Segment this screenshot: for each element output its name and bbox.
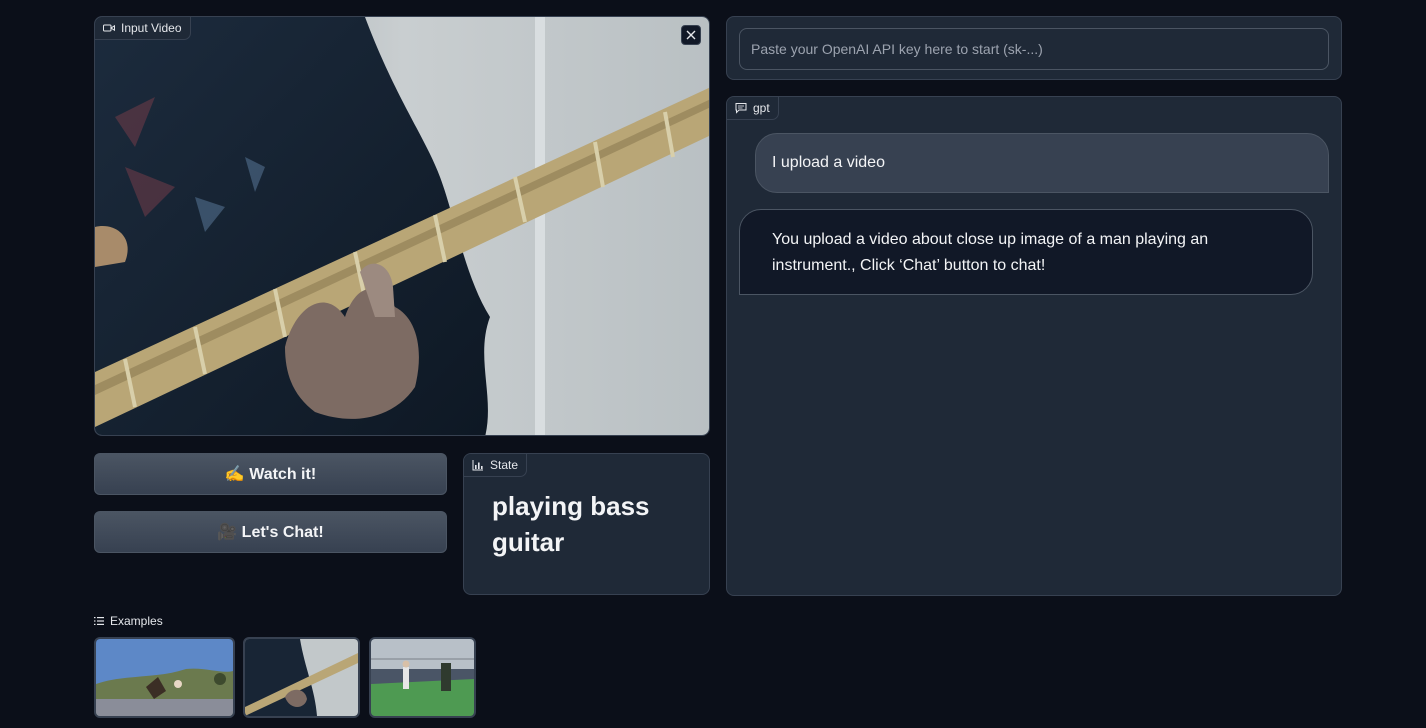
example-thumbnail-2[interactable] <box>243 637 360 718</box>
video-thumbnail-baseball-practice <box>371 639 474 716</box>
state-panel: State playing bass guitar <box>463 453 710 595</box>
example-thumbnail-1[interactable] <box>94 637 235 718</box>
clear-video-button[interactable] <box>681 25 701 45</box>
video-player[interactable] <box>95 17 709 435</box>
example-thumbnail-3[interactable] <box>369 637 476 718</box>
video-thumbnail-bass-guitar <box>245 639 358 716</box>
input-video-label: Input Video <box>95 17 191 40</box>
video-frame-image <box>95 17 709 435</box>
chatbot-panel: gpt I upload a video You upload a video … <box>726 96 1342 596</box>
watch-it-button[interactable]: ✍️ Watch it! <box>94 453 447 495</box>
user-message: I upload a video <box>755 133 1329 193</box>
chatbot-label-text: gpt <box>753 101 770 115</box>
close-icon <box>686 30 696 40</box>
input-video-label-text: Input Video <box>121 21 182 35</box>
state-label: State <box>464 454 528 477</box>
chatbot-label: gpt <box>727 97 779 120</box>
lets-chat-button[interactable]: 🎥 Let's Chat! <box>94 511 447 553</box>
examples-label-text: Examples <box>110 614 163 628</box>
api-key-input[interactable] <box>739 28 1329 70</box>
state-value: playing bass guitar <box>492 491 650 557</box>
bot-message: You upload a video about close up image … <box>739 209 1313 295</box>
input-video-panel: Input Video <box>94 16 710 436</box>
list-icon <box>94 617 104 625</box>
video-icon <box>103 24 115 32</box>
video-thumbnail-outdoor-dance <box>96 639 233 716</box>
api-key-panel <box>726 16 1342 80</box>
chat-icon <box>735 103 747 114</box>
examples-label: Examples <box>94 614 163 628</box>
bar-chart-icon <box>472 460 483 471</box>
state-label-text: State <box>490 458 519 472</box>
